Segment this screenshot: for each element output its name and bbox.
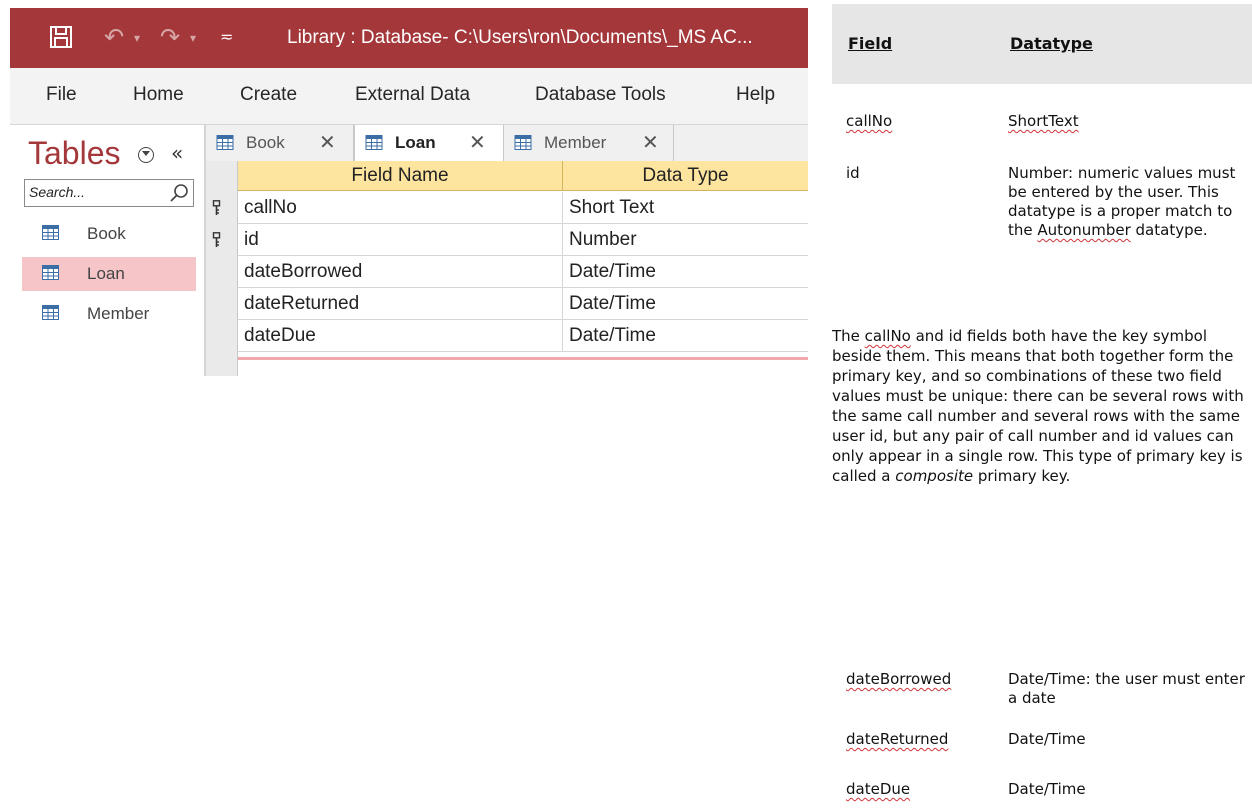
doc-paragraph-misspelled: callNo <box>864 327 911 345</box>
doc-paragraph-text: and id fields both have the key symbol b… <box>832 327 1244 485</box>
nav-pane-title[interactable]: Tables <box>28 135 121 172</box>
ribbon-tab-file[interactable]: File <box>46 84 77 106</box>
nav-search-input[interactable] <box>25 180 163 204</box>
ribbon-tab-database-tools[interactable]: Database Tools <box>535 84 666 106</box>
ribbon-tab-home[interactable]: Home <box>133 84 184 106</box>
redo-icon[interactable]: ↷ <box>160 24 180 52</box>
table-icon <box>42 305 59 320</box>
search-icon[interactable] <box>168 182 190 204</box>
nav-item-label: Loan <box>87 264 125 283</box>
object-tab-bar: Book ✕ Loan ✕ Member ✕ <box>206 125 808 162</box>
table-design-grid: Field Name Data Type callNo Short Text i… <box>206 161 808 376</box>
window-title: Library : Database- C:\Users\ron\Documen… <box>287 27 753 48</box>
doc-field-desc: Number: numeric values must be entered b… <box>1008 164 1248 240</box>
nav-search-box <box>24 179 194 207</box>
field-name-cell[interactable]: callNo <box>238 192 563 224</box>
doc-header-field: Field <box>848 34 893 53</box>
collapse-pane-icon[interactable]: « <box>171 141 183 165</box>
data-type-cell[interactable]: Short Text <box>563 192 808 224</box>
doc-paragraph-text: primary key. <box>973 467 1071 485</box>
field-name-cell[interactable]: dateReturned <box>238 288 563 320</box>
doc-header: Field Datatype <box>832 4 1252 84</box>
nav-item-loan[interactable]: Loan <box>22 257 196 291</box>
table-icon <box>216 135 234 150</box>
ribbon-tab-create[interactable]: Create <box>240 84 297 106</box>
table-icon <box>42 265 59 280</box>
doc-field-desc: Date/Time <box>1008 780 1086 798</box>
title-bar: ↶ ▾ ↷ ▾ ≂ Library : Database- C:\Users\r… <box>10 8 808 68</box>
header-field-name[interactable]: Field Name <box>238 161 563 191</box>
data-type-cell[interactable]: Number <box>563 224 808 256</box>
tab-book[interactable]: Book ✕ <box>206 125 354 161</box>
nav-item-label: Book <box>87 224 126 243</box>
table-row[interactable]: id Number <box>206 224 808 256</box>
doc-field-desc: Date/Time: the user must enter a date <box>1008 670 1245 707</box>
doc-field-name: dateBorrowed <box>846 670 952 688</box>
doc-field-name: id <box>846 164 860 182</box>
tab-label: Member <box>544 133 607 152</box>
nav-item-member[interactable]: Member <box>22 297 196 331</box>
doc-field-desc: ShortText <box>1008 112 1079 130</box>
navigation-pane: Tables « Book Loan Member <box>10 125 206 376</box>
tab-member[interactable]: Member ✕ <box>504 125 674 161</box>
doc-desc-text: datatype. <box>1130 221 1208 239</box>
customize-quick-access-icon[interactable]: ≂ <box>220 24 233 52</box>
doc-header-datatype: Datatype <box>1010 34 1093 53</box>
doc-field-name: dateDue <box>846 780 911 798</box>
tab-label: Book <box>246 133 285 152</box>
doc-field-desc: Date/Time <box>1008 730 1086 748</box>
ribbon-tab-help[interactable]: Help <box>736 84 775 106</box>
table-row[interactable]: dateDue Date/Time <box>206 320 808 352</box>
data-type-cell[interactable]: Date/Time <box>563 256 808 288</box>
doc-paragraph: The callNo and id fields both have the k… <box>832 326 1250 486</box>
close-tab-icon[interactable]: ✕ <box>319 130 336 155</box>
ribbon-tabs: File Home Create External Data Database … <box>10 68 808 125</box>
table-icon <box>365 135 383 150</box>
data-type-cell[interactable]: Date/Time <box>563 288 808 320</box>
undo-icon[interactable]: ↶ <box>104 24 124 52</box>
close-tab-icon[interactable]: ✕ <box>642 130 659 155</box>
redo-dropdown-icon[interactable]: ▾ <box>190 24 196 52</box>
nav-item-book[interactable]: Book <box>22 217 196 251</box>
table-row[interactable]: dateReturned Date/Time <box>206 288 808 320</box>
field-documentation-panel: Field Datatype callNo ShortText id Numbe… <box>832 4 1252 808</box>
tab-loan[interactable]: Loan ✕ <box>354 125 504 162</box>
table-icon <box>514 135 532 150</box>
field-name-cell[interactable]: id <box>238 224 563 256</box>
data-type-cell[interactable]: Date/Time <box>563 320 808 352</box>
ribbon-tab-external-data[interactable]: External Data <box>355 84 470 106</box>
doc-field-name: dateReturned <box>846 730 949 748</box>
table-icon <box>42 225 59 240</box>
table-row[interactable]: callNo Short Text <box>206 192 808 224</box>
access-window: ↶ ▾ ↷ ▾ ≂ Library : Database- C:\Users\r… <box>10 8 808 376</box>
grid-divider <box>238 357 808 360</box>
doc-paragraph-text: The <box>832 327 865 345</box>
close-tab-icon[interactable]: ✕ <box>469 130 486 155</box>
save-icon[interactable] <box>48 24 74 50</box>
doc-field-name: callNo <box>846 112 893 130</box>
nav-dropdown-icon[interactable] <box>138 147 154 163</box>
doc-paragraph-emphasis: composite <box>895 467 974 485</box>
doc-desc-misspelled: Autonumber <box>1037 221 1131 239</box>
field-name-cell[interactable]: dateBorrowed <box>238 256 563 288</box>
undo-dropdown-icon[interactable]: ▾ <box>134 24 140 52</box>
nav-item-label: Member <box>87 304 150 323</box>
table-row[interactable]: dateBorrowed Date/Time <box>206 256 808 288</box>
tab-label: Loan <box>395 133 436 152</box>
header-data-type[interactable]: Data Type <box>563 161 808 191</box>
primary-key-icon <box>212 232 221 247</box>
primary-key-icon <box>212 200 221 215</box>
field-name-cell[interactable]: dateDue <box>238 320 563 352</box>
